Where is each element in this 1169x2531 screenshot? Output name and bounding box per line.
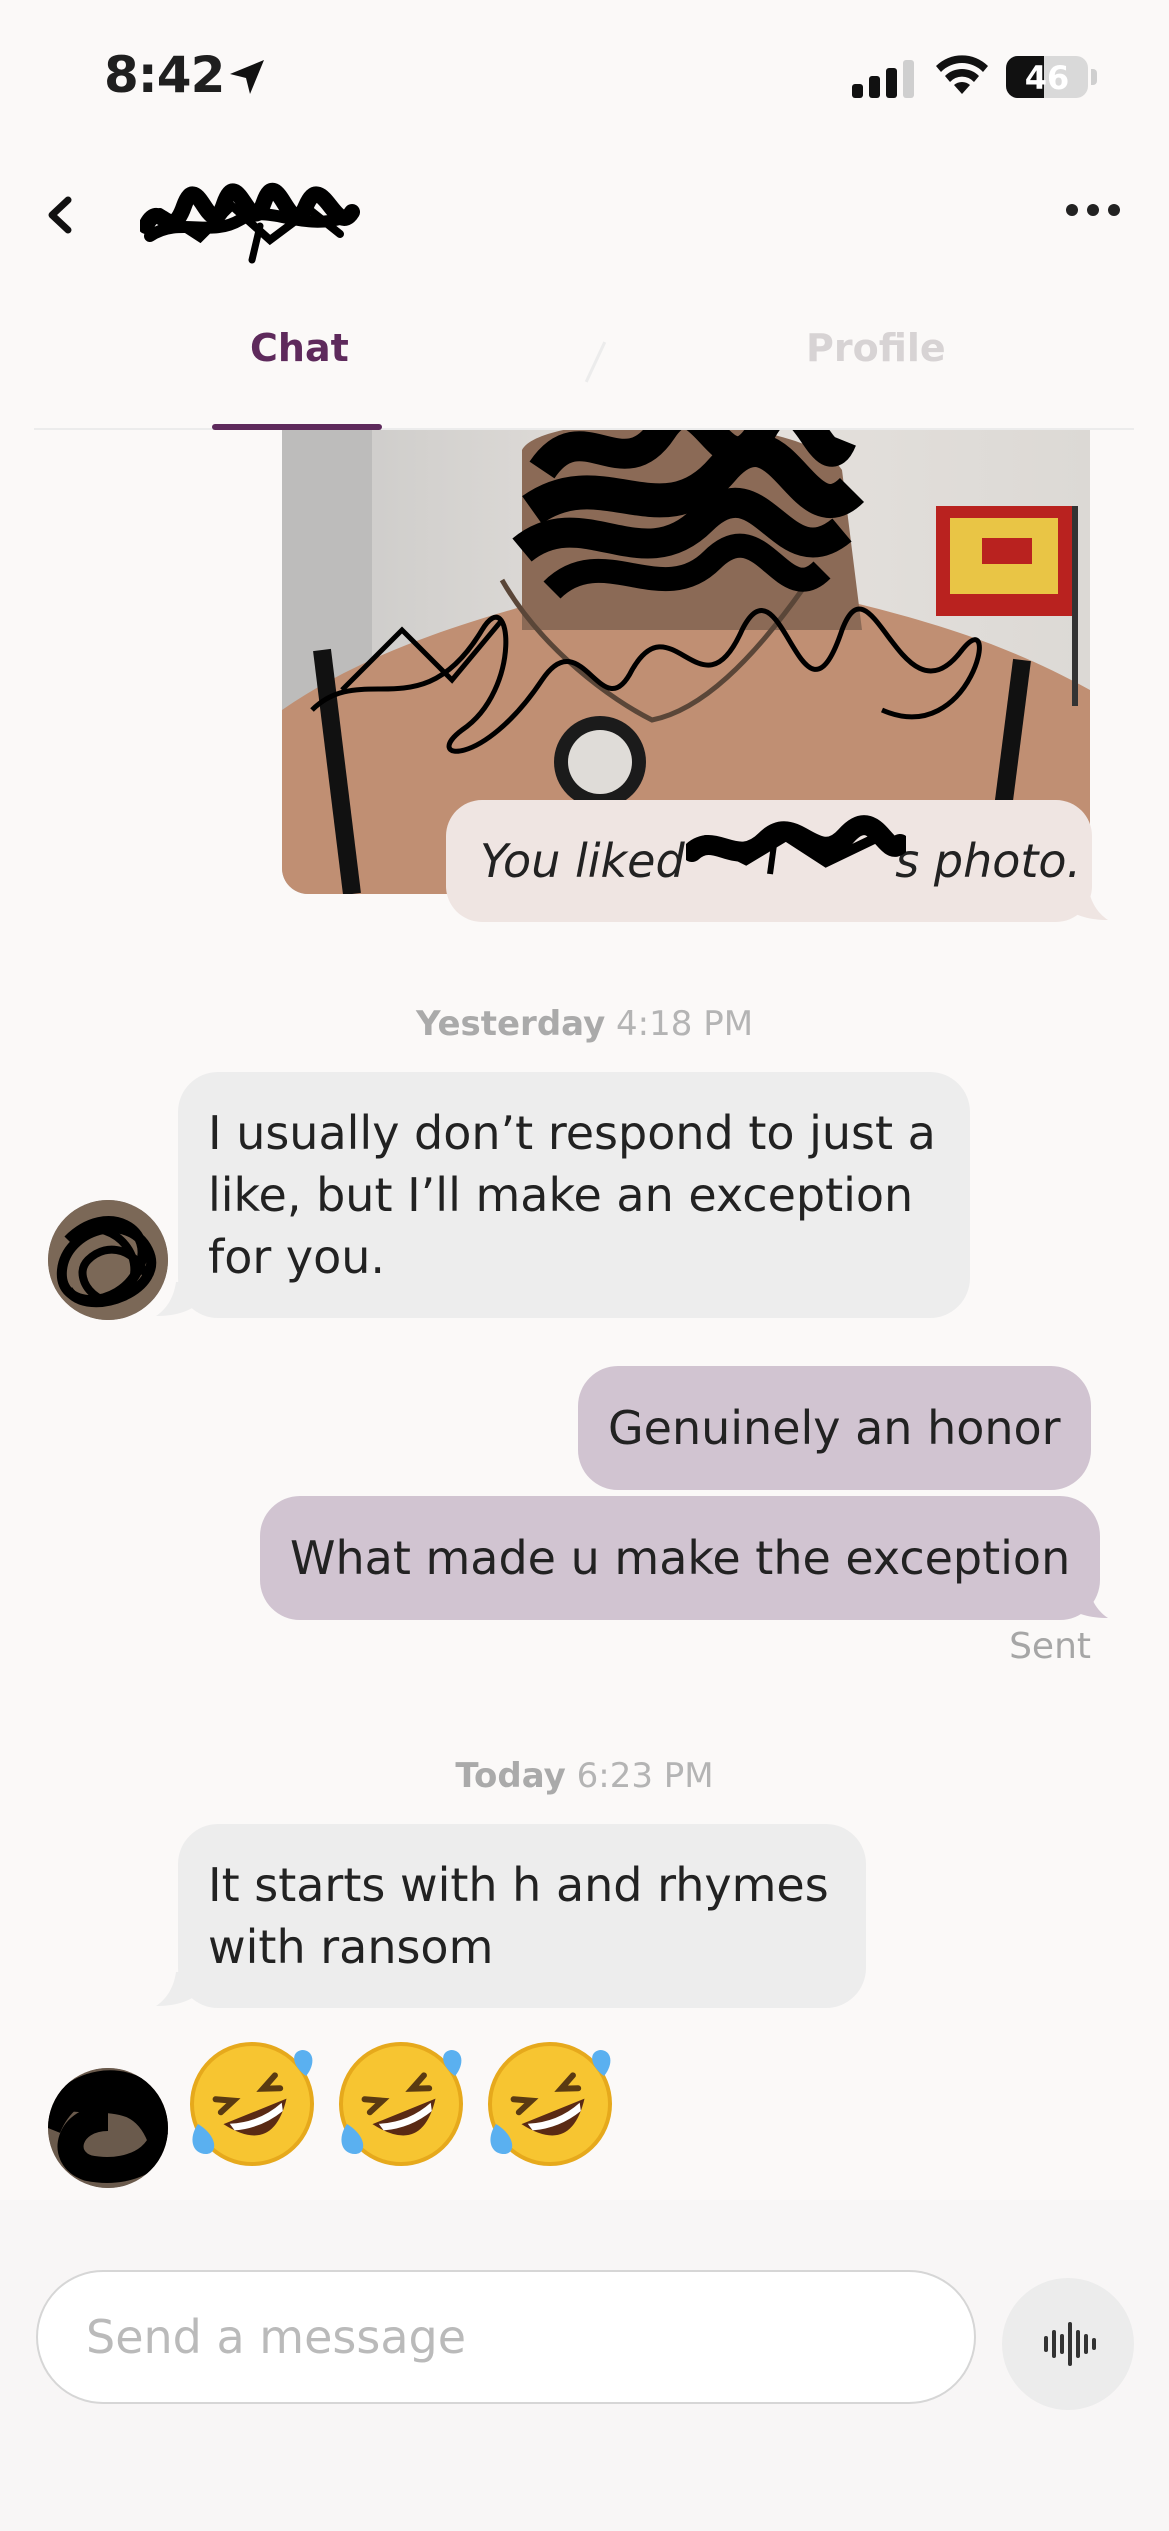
status-time: 8:42: [104, 46, 225, 104]
incoming-message-bubble[interactable]: I usually don’t respond to just a like, …: [178, 1072, 970, 1318]
tab-bar: Chat Profile: [34, 290, 1134, 430]
chevron-left-icon: [48, 196, 72, 234]
emoji-message[interactable]: [184, 2036, 626, 2176]
outgoing-message-bubble[interactable]: Genuinely an honor: [578, 1366, 1091, 1490]
voice-message-button[interactable]: [1002, 2278, 1134, 2410]
rolling-on-floor-laughing-emoji: [488, 2042, 613, 2166]
waveform-icon: [1044, 2322, 1096, 2366]
battery-percent: 46: [1024, 59, 1070, 97]
timestamp-time: 4:18 PM: [616, 1004, 754, 1044]
active-tab-indicator: [212, 424, 382, 430]
timestamp-day: Today: [455, 1756, 566, 1796]
tab-chat[interactable]: Chat: [250, 326, 349, 370]
avatar[interactable]: [48, 1200, 168, 1320]
avatar[interactable]: [48, 2068, 168, 2188]
back-button[interactable]: [36, 180, 86, 250]
tab-divider: [584, 341, 607, 383]
bubble-tail: [1066, 886, 1108, 920]
outgoing-message-text: Genuinely an honor: [608, 1401, 1061, 1455]
cellular-signal-icon: [852, 58, 914, 98]
incoming-message-text: I usually don’t respond to just a like, …: [208, 1106, 936, 1284]
redacted-name-scribble: [686, 815, 906, 875]
timestamp-day: Yesterday: [415, 1004, 606, 1044]
more-options-button[interactable]: [1058, 196, 1128, 226]
sent-status: Sent: [1009, 1626, 1091, 1667]
composer-bar: [0, 2200, 1169, 2531]
timestamp-today: Today 6:23 PM: [0, 1756, 1169, 1796]
status-bar: 8:42 46: [0, 0, 1169, 150]
tab-profile[interactable]: Profile: [806, 326, 946, 370]
wifi-icon: [936, 55, 988, 94]
location-arrow-icon: [230, 60, 264, 94]
battery-icon: 46: [1006, 56, 1088, 98]
outgoing-message-text: What made u make the exception: [290, 1531, 1071, 1585]
battery-cap: [1091, 69, 1097, 85]
incoming-message-text: It starts with h and rhymes with ransom: [208, 1858, 829, 1974]
liked-text-prefix: You liked: [480, 834, 700, 888]
liked-text-suffix: s photo.: [895, 834, 1082, 888]
rolling-on-floor-laughing-emoji: [339, 2042, 464, 2166]
bubble-tail: [156, 1972, 198, 2006]
redacted-name-scribble: [140, 182, 360, 264]
timestamp-yesterday: Yesterday 4:18 PM: [0, 1004, 1169, 1044]
message-input[interactable]: [36, 2270, 976, 2404]
rolling-on-floor-laughing-emoji: [190, 2042, 314, 2166]
bubble-tail: [1066, 1584, 1108, 1618]
timestamp-time: 6:23 PM: [576, 1756, 714, 1796]
outgoing-message-bubble[interactable]: What made u make the exception: [260, 1496, 1101, 1620]
incoming-message-bubble[interactable]: It starts with h and rhymes with ransom: [178, 1824, 866, 2008]
